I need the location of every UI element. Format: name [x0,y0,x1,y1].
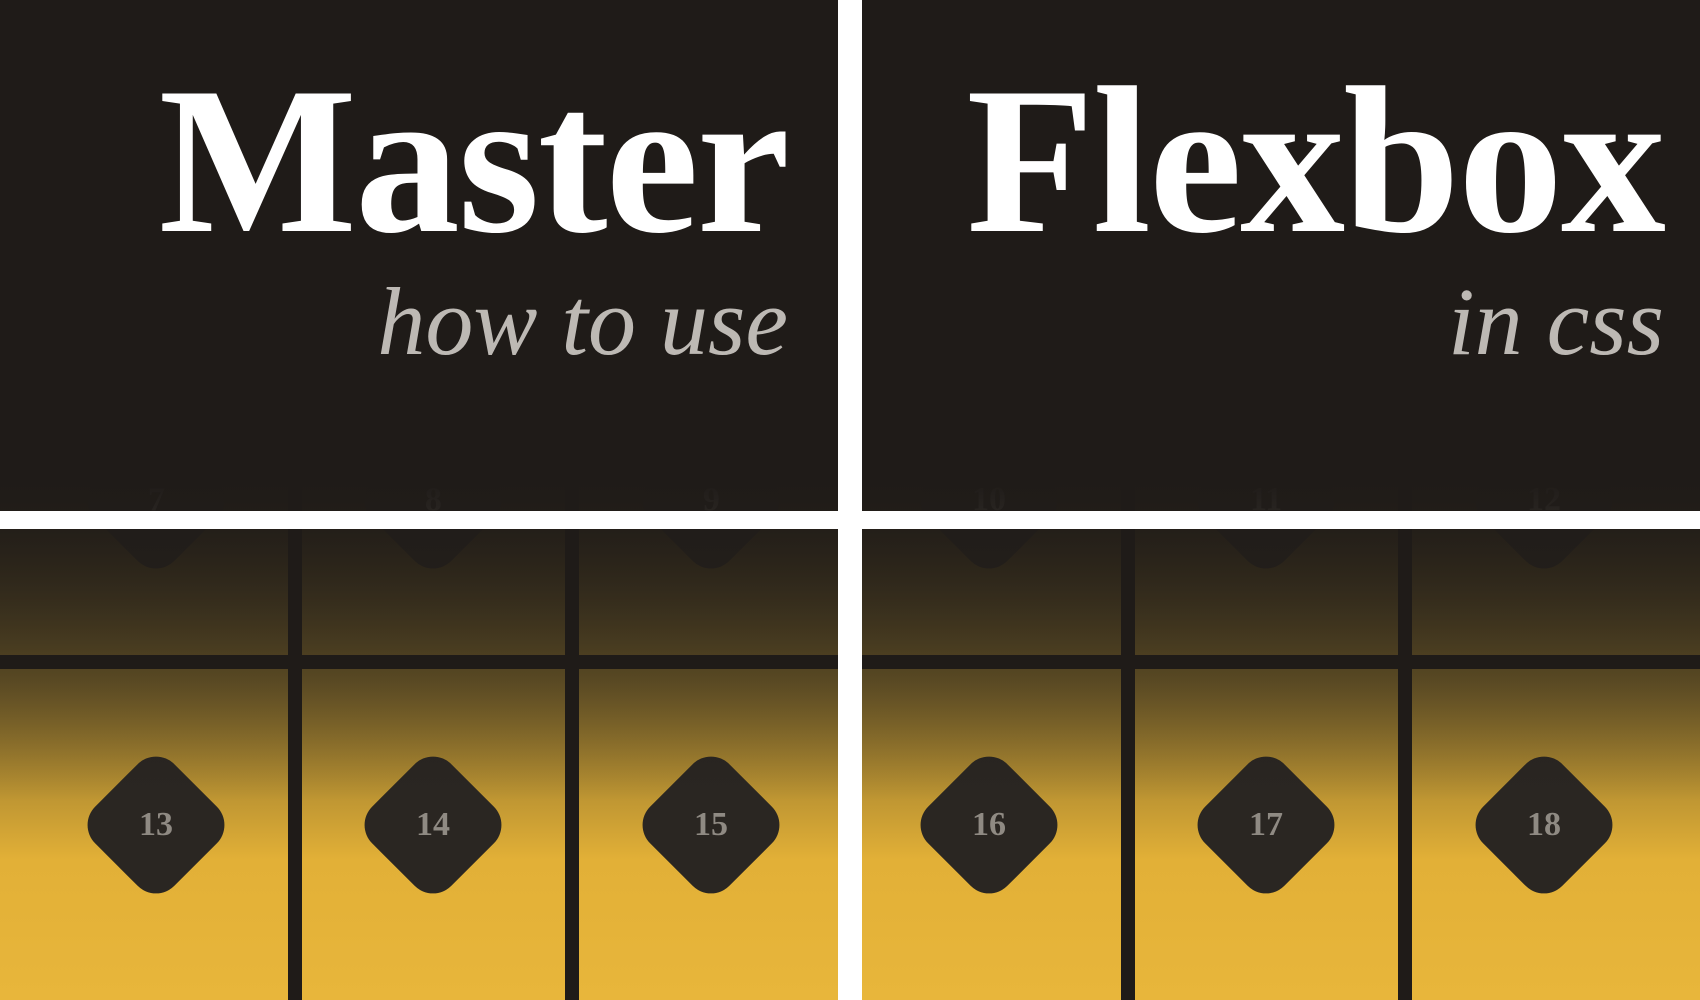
cell-number: 14 [416,806,450,844]
diamond-icon: 1 [77,96,235,254]
grid-cell: 10 [857,345,1121,656]
grid-cell: 5 [1135,20,1399,331]
grid-cell: 16 [857,669,1121,980]
grid-cell: 15 [579,669,843,980]
banner-stage: 123456789101112131415161718 Master how t… [0,0,1700,1000]
grid-cell: 2 [302,20,566,331]
diamond-icon: 10 [910,421,1068,579]
grid-cell: 7 [24,345,288,656]
cell-number: 2 [425,156,442,194]
grid-cell: 17 [1135,669,1399,980]
diamond-icon: 4 [910,96,1068,254]
diamond-icon: 16 [910,745,1068,903]
diamond-icon: 15 [632,745,790,903]
cell-number: 6 [1536,156,1553,194]
grid-cell: 12 [1412,345,1676,656]
diamond-icon: 2 [354,96,512,254]
cell-number: 13 [139,806,173,844]
diamond-icon: 13 [77,745,235,903]
cell-number: 5 [1258,156,1275,194]
cell-number: 16 [972,806,1006,844]
grid-cell: 6 [1412,20,1676,331]
diamond-icon: 18 [1465,745,1623,903]
cell-number: 3 [703,156,720,194]
cell-number: 4 [980,156,997,194]
diamond-icon: 14 [354,745,512,903]
diamond-icon: 8 [354,421,512,579]
grid-cell: 18 [1412,669,1676,980]
diamond-icon: 7 [77,421,235,579]
grid-cell: 9 [579,345,843,656]
grid-cell: 14 [302,669,566,980]
diamond-icon: 11 [1187,421,1345,579]
diamond-icon: 3 [632,96,790,254]
diamond-icon: 17 [1187,745,1345,903]
diamond-icon: 6 [1465,96,1623,254]
cell-number: 17 [1249,806,1283,844]
white-divider-horizontal [0,511,1700,529]
grid-cell: 3 [579,20,843,331]
grid-cell: 8 [302,345,566,656]
diamond-icon: 9 [632,421,790,579]
cell-number: 15 [694,806,728,844]
grid-cell: 4 [857,20,1121,331]
grid-cell: 11 [1135,345,1399,656]
grid-cell: 13 [24,669,288,980]
cell-number: 1 [147,156,164,194]
diamond-icon: 5 [1187,96,1345,254]
diamond-icon: 12 [1465,421,1623,579]
grid-cell: 1 [24,20,288,331]
cell-number: 18 [1527,806,1561,844]
white-divider-vertical [838,0,862,1000]
